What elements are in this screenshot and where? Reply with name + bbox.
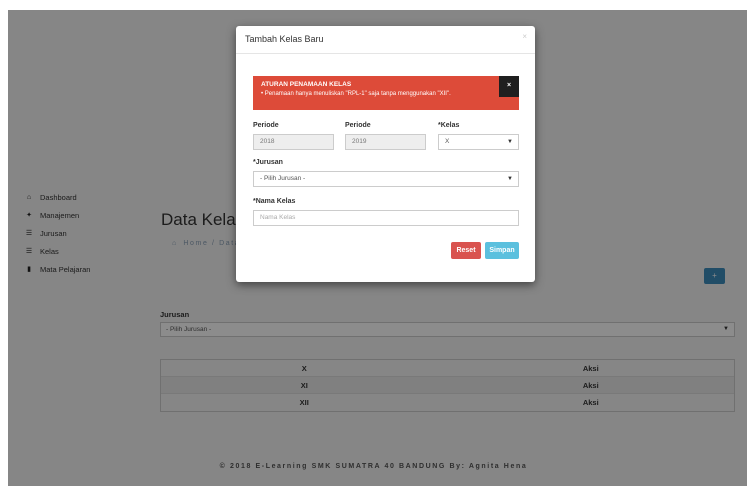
caret-down-icon: ▼ bbox=[507, 139, 513, 145]
page: ⌂ Dashboard ✦ Manajemen ☰ Jurusan ☰ Kela… bbox=[0, 0, 747, 486]
alert-title: ATURAN PENAMAAN KELAS bbox=[261, 81, 352, 88]
alert-close-button[interactable]: × bbox=[499, 76, 519, 97]
reset-button[interactable]: Reset bbox=[451, 242, 481, 259]
jurusan-select-value: - Pilih Jurusan - bbox=[260, 175, 306, 182]
top-bar bbox=[0, 0, 747, 10]
tambah-kelas-modal: Tambah Kelas Baru × ATURAN PENAMAAN KELA… bbox=[236, 26, 535, 282]
kelas-select[interactable]: X ▼ bbox=[438, 134, 519, 150]
alert-rule-item: • Penamaan hanya menuliskan "RPL-1" saja… bbox=[261, 91, 451, 97]
periode-start-label: Periode bbox=[253, 122, 279, 129]
naming-rule-alert: ATURAN PENAMAAN KELAS • Penamaan hanya m… bbox=[253, 76, 519, 110]
simpan-button[interactable]: Simpan bbox=[485, 242, 519, 259]
close-icon[interactable]: × bbox=[522, 32, 527, 41]
periode-start-field: 2018 bbox=[253, 134, 334, 150]
periode-end-field: 2019 bbox=[345, 134, 426, 150]
modal-header: Tambah Kelas Baru × bbox=[236, 26, 535, 54]
alert-rule-text: Penamaan hanya menuliskan "RPL-1" saja t… bbox=[264, 91, 451, 97]
kelas-label: *Kelas bbox=[438, 122, 460, 129]
modal-title: Tambah Kelas Baru bbox=[245, 34, 324, 44]
nama-kelas-input[interactable]: Nama Kelas bbox=[253, 210, 519, 226]
kelas-select-value: X bbox=[445, 138, 450, 145]
jurusan-label: *Jurusan bbox=[253, 159, 283, 166]
jurusan-select[interactable]: - Pilih Jurusan - ▼ bbox=[253, 171, 519, 187]
nama-kelas-label: *Nama Kelas bbox=[253, 198, 296, 205]
caret-down-icon: ▼ bbox=[507, 176, 513, 182]
periode-end-label: Periode bbox=[345, 122, 371, 129]
